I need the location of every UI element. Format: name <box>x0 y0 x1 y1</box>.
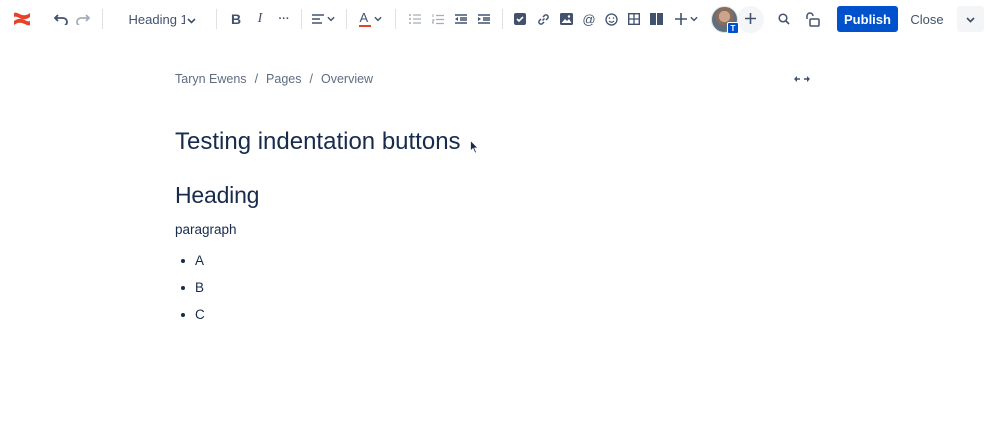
mention-icon[interactable]: @ <box>580 7 598 31</box>
content-paragraph[interactable]: paragraph <box>175 221 237 239</box>
redo-icon[interactable] <box>73 7 93 31</box>
bullet-dot <box>181 286 185 290</box>
mouse-pointer-icon <box>470 139 479 159</box>
expand-width-icon <box>794 70 810 88</box>
list-item[interactable]: B <box>175 279 205 306</box>
chevron-down-icon <box>186 12 196 27</box>
list-item-text: A <box>195 253 205 268</box>
chevron-down-icon <box>326 16 335 22</box>
text-color-icon: A <box>358 10 371 28</box>
breadcrumb-separator: / <box>254 72 259 86</box>
list-item-text: C <box>195 307 205 322</box>
bold-button[interactable]: B <box>227 7 245 31</box>
plus-icon <box>745 11 756 29</box>
bullet-list: A B C <box>175 252 205 333</box>
link-icon[interactable] <box>534 7 552 31</box>
list-item[interactable]: A <box>175 252 205 279</box>
publish-button[interactable]: Publish <box>837 6 898 32</box>
bullet-dot <box>181 313 185 317</box>
toolbar-divider <box>346 9 347 29</box>
breadcrumb: Taryn Ewens / Pages / Overview <box>175 71 373 87</box>
text-style-label: Heading 1 <box>128 11 185 27</box>
toolbar-divider <box>502 9 503 29</box>
italic-button[interactable]: I <box>251 7 269 31</box>
text-color-dropdown[interactable]: A <box>356 7 384 31</box>
toolbar-divider <box>395 9 396 29</box>
toolbar-divider <box>301 9 302 29</box>
alignment-dropdown[interactable] <box>309 7 337 31</box>
undo-icon[interactable] <box>51 7 71 31</box>
breadcrumb-item-overview[interactable]: Overview <box>321 72 373 86</box>
full-width-toggle[interactable] <box>793 71 811 87</box>
close-button[interactable]: Close <box>905 6 949 32</box>
emoji-icon[interactable] <box>602 7 620 31</box>
more-formatting-button[interactable]: ··· <box>275 7 293 31</box>
list-item-text: B <box>195 280 205 295</box>
toolbar-divider <box>102 9 103 29</box>
breadcrumb-item-space[interactable]: Taryn Ewens <box>175 72 247 86</box>
editor-toolbar: Heading 1 B I ··· A @ T Publish Close <box>0 0 999 38</box>
confluence-logo-icon[interactable] <box>10 7 34 31</box>
table-icon[interactable] <box>625 7 643 31</box>
avatar-badge: T <box>727 22 739 34</box>
breadcrumb-separator: / <box>309 72 313 86</box>
layouts-icon[interactable] <box>647 7 665 31</box>
image-icon[interactable] <box>557 7 575 31</box>
numbered-list-icon[interactable] <box>429 7 447 31</box>
content-heading[interactable]: Heading <box>175 181 259 209</box>
plus-icon <box>674 13 687 25</box>
search-icon[interactable] <box>775 7 793 31</box>
more-options-button[interactable] <box>957 6 984 32</box>
action-item-icon[interactable] <box>511 7 529 31</box>
chevron-down-icon <box>689 16 698 22</box>
indent-icon[interactable] <box>475 7 493 31</box>
list-item[interactable]: C <box>175 306 205 333</box>
bullet-dot <box>181 259 185 263</box>
align-left-icon <box>311 14 324 24</box>
outdent-icon[interactable] <box>452 7 470 31</box>
chevron-down-icon <box>373 16 382 22</box>
bullet-list-icon[interactable] <box>406 7 424 31</box>
page-title[interactable]: Testing indentation buttons <box>175 127 461 157</box>
unlock-icon[interactable] <box>803 7 823 31</box>
toolbar-divider <box>216 9 217 29</box>
breadcrumb-item-pages[interactable]: Pages <box>266 72 301 86</box>
chevron-down-icon <box>966 10 975 28</box>
insert-more-dropdown[interactable] <box>672 7 700 31</box>
invite-button[interactable] <box>737 6 764 33</box>
text-style-dropdown[interactable]: Heading 1 <box>122 7 202 31</box>
